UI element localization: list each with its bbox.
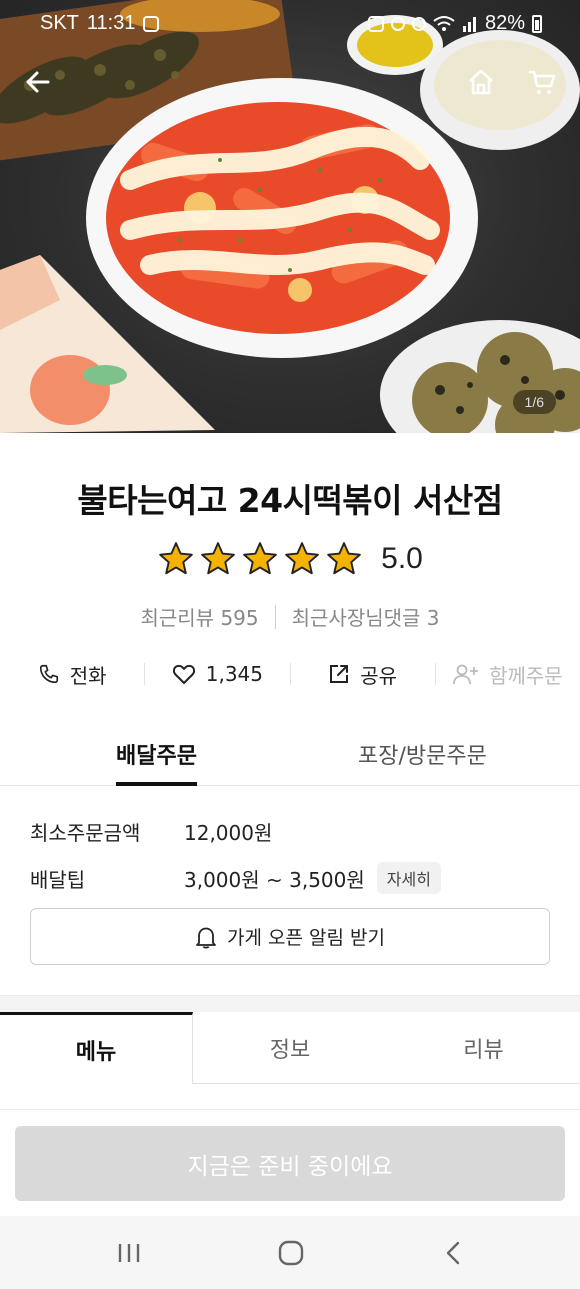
rating-score: 5.0 (381, 542, 423, 575)
tip-detail-button[interactable]: 자세히 (376, 862, 441, 894)
star-icon (201, 542, 235, 575)
clock: 11:31 (86, 12, 136, 34)
tab-info[interactable]: 정보 (193, 1012, 387, 1084)
section-divider (0, 995, 580, 1013)
battery-icon (532, 14, 542, 33)
min-order-label: 최소주문금액 (30, 821, 141, 845)
bottom-action-bar: 지금은 준비 중이에요 (0, 1111, 580, 1216)
share-button[interactable]: 공유 (291, 660, 435, 689)
heart-icon (172, 664, 195, 684)
mute-icon (390, 16, 405, 31)
delivery-tip-label: 배달팁 (30, 867, 86, 892)
min-order-value: 12,000원 (184, 821, 273, 845)
tab-review[interactable]: 리뷰 (387, 1012, 580, 1084)
call-button[interactable]: 전화 (0, 660, 144, 689)
bell-icon (196, 927, 216, 949)
recent-apps-button[interactable] (109, 1236, 149, 1270)
delivery-tip-value: 3,000원 ~ 3,500원 (184, 867, 365, 892)
hotspot-icon (411, 16, 426, 31)
back-button[interactable] (16, 60, 60, 104)
owner-replies-link[interactable]: 최근사장님댓글 3 (292, 602, 440, 631)
back-arrow-icon (26, 71, 50, 93)
cart-button[interactable] (520, 60, 564, 104)
tab-info-label: 정보 (269, 1037, 311, 1063)
carrier-label: SKT (40, 12, 79, 34)
star-icon (159, 542, 193, 575)
divider (274, 604, 276, 629)
add-person-icon (453, 664, 479, 685)
store-photo-carousel[interactable]: SKT 11:31 82% 1/6 (0, 0, 580, 433)
photo-page-indicator: 1/6 (512, 390, 556, 414)
star-icon (285, 542, 319, 575)
signal-icon (462, 16, 476, 32)
share-icon (330, 665, 349, 683)
tab-menu-label: 메뉴 (75, 1039, 117, 1065)
open-alarm-label: 가게 오픈 알림 받기 (227, 927, 385, 949)
system-home-button[interactable] (271, 1236, 311, 1270)
store-actions: 전화 1,345 공유 함께주문 (0, 654, 580, 694)
like-button[interactable]: 1,345 (145, 662, 289, 686)
phone-icon (39, 664, 58, 684)
home-icon (469, 69, 493, 95)
cart-icon (529, 70, 556, 94)
order-type-tabs: 배달주문 포장/방문주문 (0, 730, 580, 786)
tab-review-label: 리뷰 (463, 1037, 504, 1063)
store-name: 불타는여고 24시떡볶이 서산점 (77, 481, 503, 520)
group-order-button[interactable]: 함께주문 (436, 660, 580, 689)
wifi-icon (433, 15, 455, 31)
recent-reviews-link[interactable]: 최근리뷰 595 (140, 602, 258, 631)
home-button[interactable] (459, 60, 503, 104)
alarm-icon (367, 15, 384, 32)
star-icon (243, 542, 277, 575)
circle-home-icon (278, 1240, 304, 1266)
tab-menu[interactable]: 메뉴 (0, 1012, 193, 1084)
store-rating: 5.0 (0, 540, 580, 578)
store-content-tabs: 메뉴 정보 리뷰 (0, 1012, 580, 1084)
group-order-label: 함께주문 (489, 663, 563, 688)
star-icon (327, 542, 361, 575)
min-order-row: 최소주문금액 12,000원 (30, 817, 272, 846)
call-label: 전화 (69, 663, 107, 688)
tab-delivery-order[interactable]: 배달주문 (116, 738, 197, 786)
tab-pickup-order[interactable]: 포장/방문주문 (358, 738, 487, 770)
open-alarm-button[interactable]: 가게 오픈 알림 받기 (30, 908, 550, 965)
like-count: 1,345 (205, 662, 263, 686)
chevron-left-icon (446, 1241, 460, 1265)
menu-content-area (0, 1084, 580, 1110)
delivery-tip-row: 배달팁 3,000원 ~ 3,500원 자세히 (30, 862, 441, 894)
review-summary: 최근리뷰 595 최근사장님댓글 3 (0, 602, 580, 631)
status-bar: SKT 11:31 82% (0, 0, 580, 48)
system-back-button[interactable] (433, 1236, 473, 1270)
message-icon (143, 15, 160, 32)
recent-apps-icon (118, 1244, 140, 1262)
preparing-order-button[interactable]: 지금은 준비 중이에요 (15, 1126, 565, 1201)
battery-percent: 82% (484, 12, 525, 34)
share-label: 공유 (360, 663, 398, 688)
system-navigation-bar (0, 1216, 580, 1289)
